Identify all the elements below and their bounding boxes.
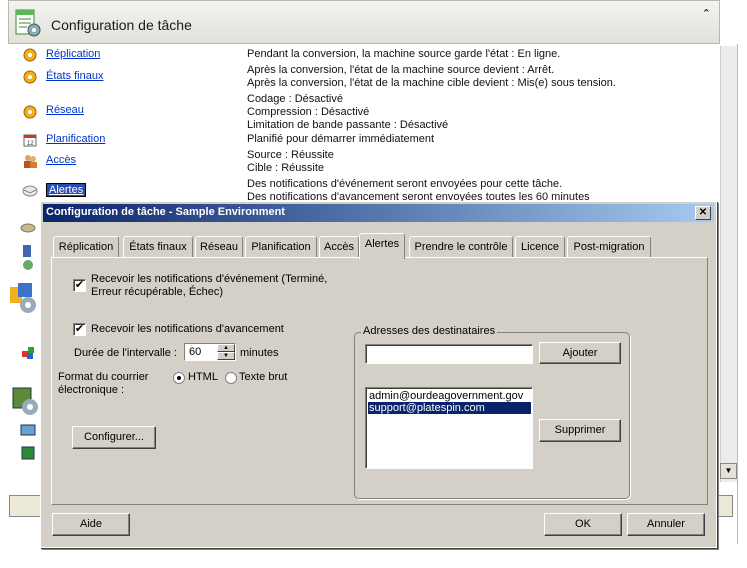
format-plain-text-label: Texte brut [239, 371, 288, 383]
users-icon [23, 245, 33, 270]
summary-desc-replication: Pendant la conversion, la machine source… [247, 48, 561, 60]
list-item-selected[interactable]: support@platespin.com [368, 402, 531, 414]
summary-link-network[interactable]: Réseau [46, 104, 84, 116]
dialog-titlebar[interactable]: Configuration de tâche - Sample Environm… [43, 204, 714, 222]
background-scrollbar[interactable] [720, 46, 737, 482]
interval-label: Durée de l'intervalle : [74, 347, 177, 359]
tab-license[interactable]: Licence [515, 236, 565, 258]
progress-notifications-label: Recevoir les notifications d'avancement [91, 323, 284, 335]
remove-button[interactable]: Supprimer [539, 419, 621, 442]
tab-network[interactable]: Réseau [195, 236, 243, 258]
ok-button[interactable]: OK [544, 513, 622, 536]
dialog-title: Configuration de tâche - Sample Environm… [46, 206, 285, 218]
users-icon [24, 155, 37, 168]
recipient-address-input[interactable] [365, 344, 533, 364]
summary-desc-final-states: Après la conversion, l'état de la machin… [247, 64, 616, 89]
summary-link-access[interactable]: Accès [46, 154, 76, 166]
tab-alerts[interactable]: Alertes [359, 233, 405, 259]
cancel-button[interactable]: Annuler [627, 513, 705, 536]
monitor-icon [20, 424, 36, 436]
format-html-radio[interactable] [173, 372, 185, 384]
summary-desc-alerts: Des notifications d'événement seront env… [247, 178, 590, 201]
interval-value[interactable]: 60 [189, 346, 201, 358]
tab-schedule[interactable]: Planification [245, 236, 317, 258]
network-icon [23, 105, 37, 119]
server-gear-icon [10, 283, 36, 313]
recipient-list[interactable]: admin@ourdeagovernment.gov support@plate… [365, 387, 533, 469]
progress-notifications-checkbox[interactable]: ✔ [73, 323, 86, 336]
close-icon[interactable]: ✕ [695, 206, 711, 220]
tab-final-states[interactable]: États finaux [123, 236, 193, 258]
add-button[interactable]: Ajouter [539, 342, 621, 364]
interval-stepper[interactable]: 60 ▲ ▼ [184, 343, 236, 361]
configure-button[interactable]: Configurer... [72, 426, 156, 449]
tab-post-migration[interactable]: Post-migration [567, 236, 651, 258]
alerts-tab-panel: ✔ Recevoir les notifications d'événement… [51, 257, 708, 505]
format-plain-text-radio[interactable] [225, 372, 237, 384]
tab-access[interactable]: Accès [319, 236, 359, 258]
format-html-label: HTML [188, 371, 218, 383]
background-right-edge [737, 44, 747, 544]
alerts-config-dialog: Configuration de tâche - Sample Environm… [40, 201, 717, 548]
help-button[interactable]: Aide [52, 513, 130, 536]
summary-desc-schedule: Planifié pour démarrer immédiatement [247, 133, 435, 145]
summary-link-alerts[interactable]: Alertes [46, 183, 87, 197]
tool-icon [20, 223, 36, 233]
spin-down-icon[interactable]: ▼ [217, 352, 235, 360]
email-format-label: Format du courrier électronique : [58, 371, 149, 396]
left-icon-strip [8, 205, 40, 495]
cubes-icon [22, 347, 34, 359]
summary-link-schedule[interactable]: Planification [46, 133, 105, 145]
tab-replication[interactable]: Réplication [53, 236, 119, 258]
final-states-icon [23, 70, 37, 84]
hardware-gear-icon [12, 387, 38, 415]
envelope-icon [22, 185, 38, 197]
scroll-down-icon[interactable]: ▼ [720, 463, 737, 479]
tab-take-control[interactable]: Prendre le contrôle [409, 236, 513, 258]
interval-unit: minutes [240, 347, 279, 359]
collapse-icon[interactable]: ⌃ [702, 7, 711, 20]
card-icon [21, 446, 35, 460]
summary-link-final-states[interactable]: États finaux [46, 70, 103, 82]
summary-desc-network: Codage : Désactivé Compression : Désacti… [247, 93, 449, 131]
event-notifications-checkbox[interactable]: ✔ [73, 279, 86, 292]
recipients-group-label: Adresses des destinataires [361, 325, 498, 337]
list-item[interactable]: admin@ourdeagovernment.gov [368, 390, 531, 402]
recipients-groupbox: Adresses des destinataires Ajouter admin… [354, 325, 630, 499]
svg-text:12: 12 [27, 141, 34, 147]
task-document-icon [15, 9, 41, 37]
interval-stepper-buttons: ▲ ▼ [217, 344, 235, 360]
task-config-header: Configuration de tâche ⌃ [8, 0, 720, 44]
task-config-title: Configuration de tâche [51, 17, 192, 33]
summary-link-replication[interactable]: Réplication [46, 48, 100, 60]
background-left-button[interactable] [9, 495, 43, 517]
spin-up-icon[interactable]: ▲ [217, 344, 235, 352]
calendar-icon: 12 [23, 134, 37, 147]
event-notifications-label: Recevoir les notifications d'événement (… [91, 273, 328, 298]
replication-icon [23, 48, 37, 62]
summary-desc-access: Source : Réussite Cible : Réussite [247, 149, 334, 174]
